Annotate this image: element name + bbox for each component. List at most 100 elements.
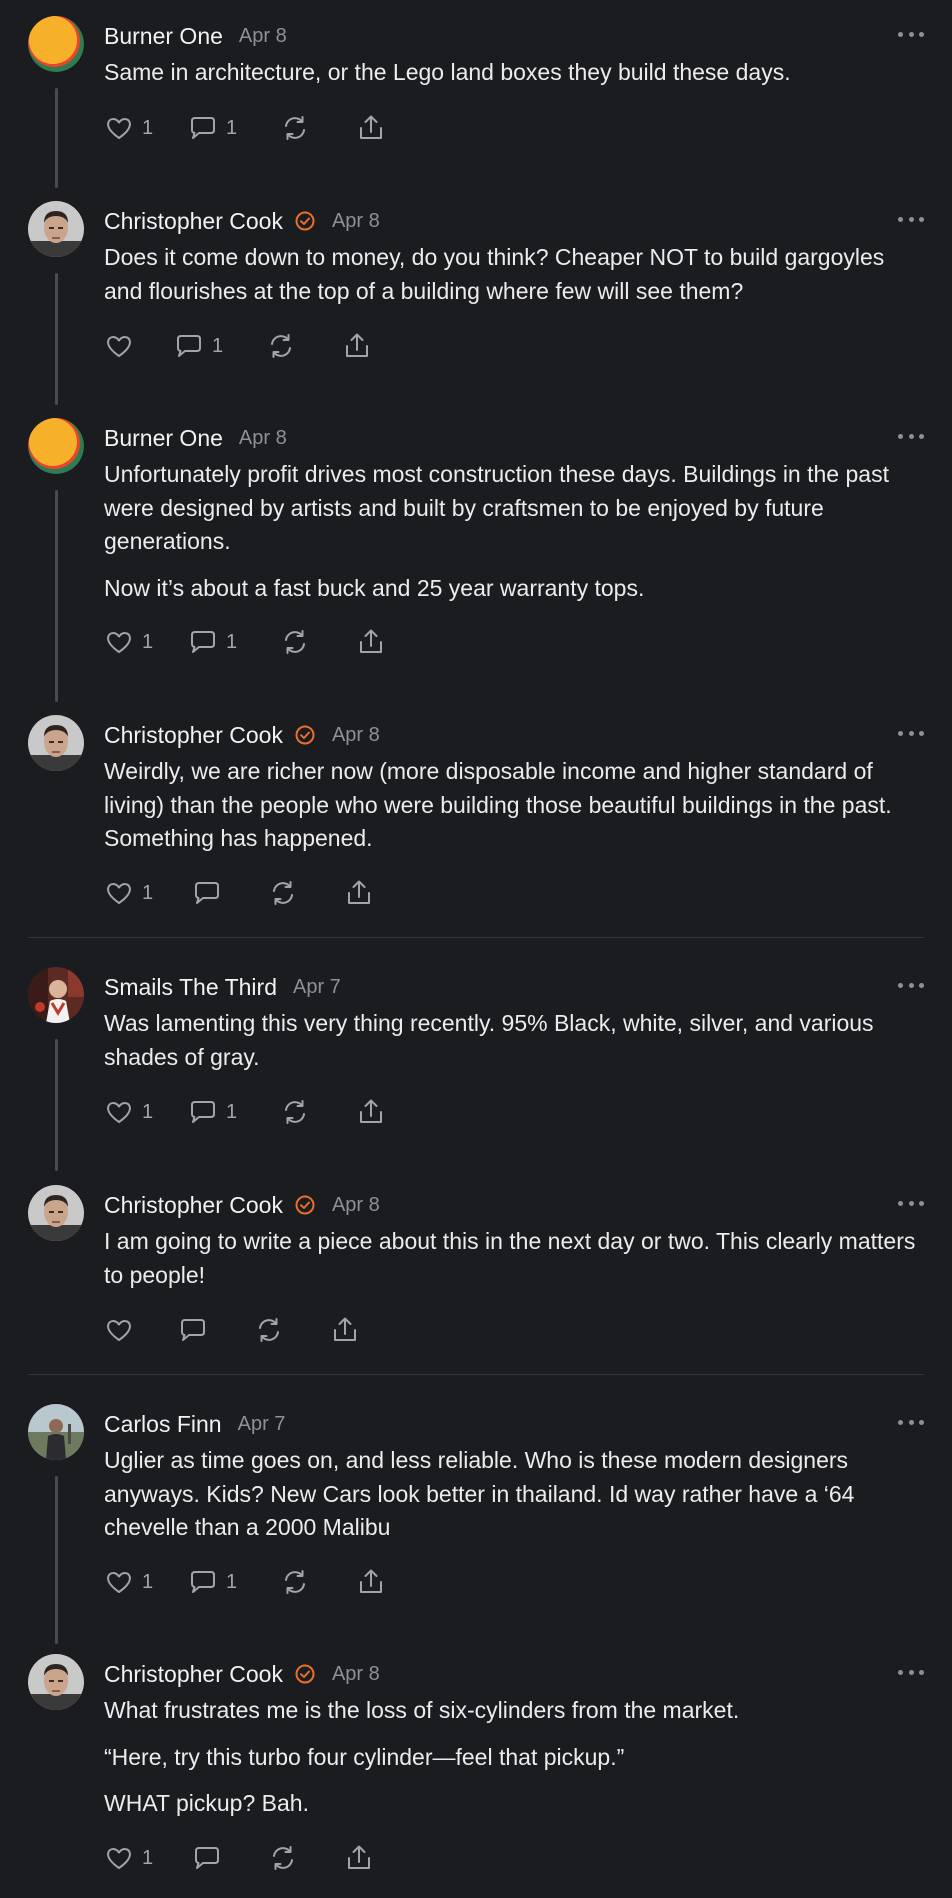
author-name[interactable]: Christopher Cook <box>104 722 283 749</box>
author-name[interactable]: Smails The Third <box>104 974 277 1001</box>
comment-date: Apr 8 <box>331 1193 380 1216</box>
reply-button[interactable] <box>178 1315 254 1345</box>
restack-icon <box>273 1846 293 1870</box>
author-name[interactable]: Carlos Finn <box>104 1411 222 1438</box>
verified-badge-icon <box>294 1194 316 1216</box>
comment-bubble-icon <box>191 1571 215 1593</box>
share-icon <box>360 1569 382 1593</box>
comment-bubble-icon <box>191 1101 215 1123</box>
comment-body: Unfortunately profit drives most constru… <box>104 458 924 605</box>
reply-button[interactable]: 1 <box>188 1097 280 1127</box>
heart-icon <box>107 1848 131 1869</box>
reply-count: 1 <box>226 630 238 653</box>
reply-count: 1 <box>226 116 238 139</box>
man-portrait-avatar[interactable] <box>28 1185 84 1241</box>
man-outdoor-avatar[interactable] <box>28 1404 84 1460</box>
share-icon <box>334 1317 356 1341</box>
share-button[interactable] <box>356 1567 386 1597</box>
restack-button[interactable] <box>254 1315 330 1345</box>
share-button[interactable] <box>356 1097 386 1127</box>
red-figure-avatar[interactable] <box>28 967 84 1023</box>
restack-button[interactable] <box>280 627 356 657</box>
like-count: 1 <box>142 630 154 653</box>
like-button[interactable]: 1 <box>104 1567 188 1597</box>
man-portrait-avatar[interactable] <box>28 715 84 771</box>
more-options-icon[interactable] <box>898 1662 924 1682</box>
like-count: 1 <box>142 1846 154 1869</box>
restack-button[interactable] <box>266 331 342 361</box>
comment-text: “Here, try this turbo four cylinder—feel… <box>104 1743 625 1770</box>
comment-text: I am going to write a piece about this i… <box>104 1228 916 1288</box>
comment-text: Same in architecture, or the Lego land b… <box>104 59 791 85</box>
like-button[interactable] <box>104 1315 178 1345</box>
comment-bubble-icon <box>177 335 201 357</box>
author-name[interactable]: Christopher Cook <box>104 1192 283 1219</box>
comment-text: Uglier as time goes on, and less reliabl… <box>104 1447 855 1540</box>
comment-actions: 1 <box>104 328 372 364</box>
orange-circle-avatar[interactable] <box>28 16 84 72</box>
comment-date: Apr 8 <box>331 1662 380 1685</box>
author-name[interactable]: Christopher Cook <box>104 1661 283 1688</box>
reply-button[interactable] <box>192 878 268 908</box>
heart-icon <box>107 632 131 653</box>
reply-button[interactable] <box>192 1843 268 1873</box>
thread-divider <box>28 937 924 938</box>
thread-line <box>55 490 58 702</box>
reply-button[interactable]: 1 <box>188 1567 280 1597</box>
like-count: 1 <box>142 881 154 904</box>
comment-text: Weirdly, we are richer now (more disposa… <box>104 758 892 851</box>
more-options-icon[interactable] <box>898 723 924 743</box>
comment-bubble-icon <box>191 117 215 139</box>
more-options-icon[interactable] <box>898 426 924 446</box>
heart-icon <box>107 1320 131 1341</box>
like-count: 1 <box>142 116 154 139</box>
restack-button[interactable] <box>280 1097 356 1127</box>
share-button[interactable] <box>330 1315 360 1345</box>
heart-icon <box>107 883 131 904</box>
like-button[interactable]: 1 <box>104 627 188 657</box>
heart-icon <box>107 336 131 357</box>
share-button[interactable] <box>356 113 386 143</box>
man-portrait-avatar[interactable] <box>28 1654 84 1710</box>
reply-count: 1 <box>226 1570 238 1593</box>
like-button[interactable]: 1 <box>104 878 192 908</box>
author-name[interactable]: Burner One <box>104 23 223 50</box>
reply-button[interactable]: 1 <box>188 113 280 143</box>
reply-button[interactable]: 1 <box>188 627 280 657</box>
like-button[interactable]: 1 <box>104 1097 188 1127</box>
share-button[interactable] <box>344 878 374 908</box>
more-options-icon[interactable] <box>898 209 924 229</box>
more-options-icon[interactable] <box>898 1193 924 1213</box>
more-options-icon[interactable] <box>898 24 924 44</box>
share-button[interactable] <box>356 627 386 657</box>
like-button[interactable]: 1 <box>104 113 188 143</box>
comment-actions: 1 <box>104 1840 374 1876</box>
comment-date: Apr 8 <box>238 426 287 449</box>
man-portrait-avatar[interactable] <box>28 201 84 257</box>
comment-body: I am going to write a piece about this i… <box>104 1225 924 1292</box>
orange-circle-avatar[interactable] <box>28 418 84 474</box>
author-name[interactable]: Christopher Cook <box>104 208 283 235</box>
more-options-icon[interactable] <box>898 1412 924 1432</box>
share-icon <box>346 333 368 357</box>
comment-text: Now it’s about a fast buck and 25 year w… <box>104 574 645 601</box>
thread-line <box>55 1476 58 1644</box>
restack-icon <box>285 1100 305 1124</box>
comment-actions: 1 <box>104 875 374 911</box>
reply-button[interactable]: 1 <box>174 331 266 361</box>
comment-text: What frustrates me is the loss of six-cy… <box>104 1697 740 1723</box>
like-button[interactable]: 1 <box>104 1843 192 1873</box>
like-button[interactable] <box>104 331 174 361</box>
share-button[interactable] <box>344 1843 374 1873</box>
restack-button[interactable] <box>268 878 344 908</box>
restack-button[interactable] <box>280 1567 356 1597</box>
more-options-icon[interactable] <box>898 975 924 995</box>
thread-line <box>55 1039 58 1171</box>
restack-button[interactable] <box>280 113 356 143</box>
restack-icon <box>273 881 293 905</box>
restack-button[interactable] <box>268 1843 344 1873</box>
thread-line <box>55 273 58 405</box>
author-name[interactable]: Burner One <box>104 425 223 452</box>
comment-body: Uglier as time goes on, and less reliabl… <box>104 1444 924 1545</box>
share-button[interactable] <box>342 331 372 361</box>
